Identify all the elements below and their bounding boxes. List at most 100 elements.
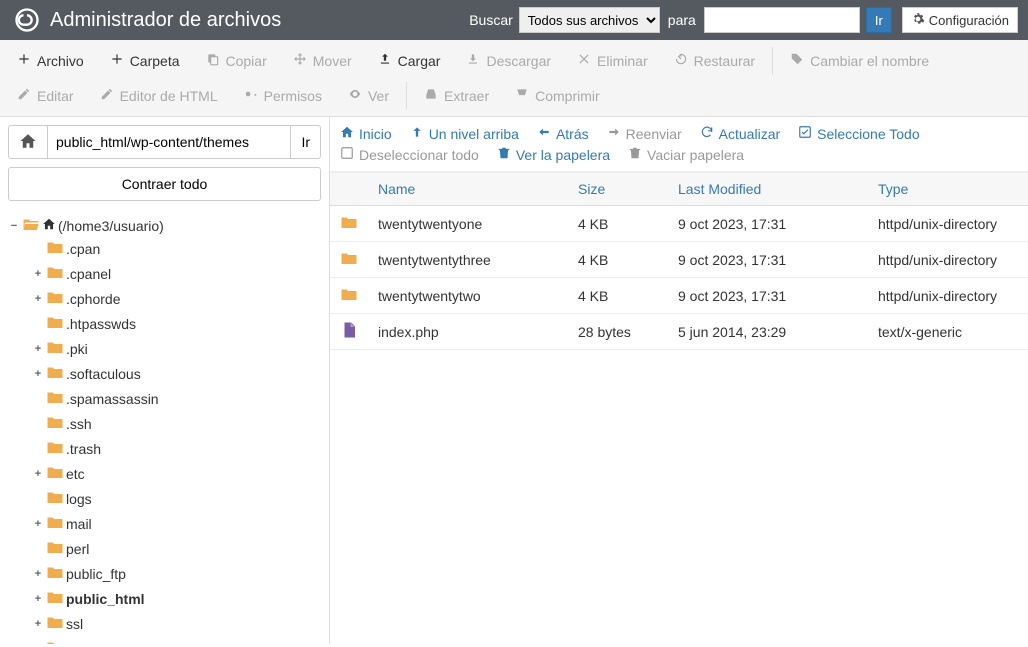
tree-item[interactable]: +.cphorde — [32, 288, 321, 309]
rename-button[interactable]: Cambiar el nombre — [777, 43, 942, 78]
path-row: Ir — [0, 117, 329, 167]
home-action[interactable]: Inicio — [340, 125, 392, 142]
tag-icon — [790, 52, 804, 69]
tree-item-label: .cpan — [66, 241, 100, 257]
tree-item[interactable]: + public_html — [32, 588, 321, 609]
tree-item[interactable]: +.cpanel — [32, 263, 321, 284]
folder-button[interactable]: Carpeta — [97, 43, 193, 78]
expand-icon[interactable]: + — [32, 568, 44, 580]
permissions-button[interactable]: Permisos — [231, 78, 335, 113]
tree-item[interactable]: .spamassassin — [32, 388, 321, 409]
delete-button[interactable]: Eliminar — [564, 43, 661, 78]
path-input[interactable] — [48, 125, 291, 159]
cpanel-logo — [10, 3, 44, 37]
folder-icon — [46, 438, 64, 459]
tree-item-label: .trash — [66, 441, 101, 457]
tree-item[interactable]: .trash — [32, 438, 321, 459]
tree-item[interactable]: .htpasswds — [32, 313, 321, 334]
col-size[interactable]: Size — [568, 173, 668, 206]
home-icon — [340, 125, 354, 142]
tree-item[interactable]: tmp — [32, 638, 321, 644]
table-row[interactable]: index.php28 bytes5 jun 2014, 23:29text/x… — [330, 314, 1028, 350]
expand-icon[interactable]: + — [32, 468, 44, 480]
tree-item[interactable]: + ssl — [32, 613, 321, 634]
up-level-action[interactable]: Un nivel arriba — [410, 125, 519, 142]
tree-item-label: public_html — [66, 591, 145, 607]
close-icon — [577, 52, 591, 69]
download-button[interactable]: Descargar — [453, 43, 564, 78]
tree-item[interactable]: +mail — [32, 513, 321, 534]
tree-item-label: .softaculous — [66, 366, 141, 382]
compress-button[interactable]: Comprimir — [502, 78, 613, 113]
view-button[interactable]: Ver — [335, 78, 402, 113]
file-modified: 9 oct 2023, 17:31 — [668, 278, 868, 314]
tree-item[interactable]: + etc — [32, 463, 321, 484]
folder-icon — [46, 363, 64, 384]
tree-item[interactable]: +.pki — [32, 338, 321, 359]
search-input[interactable] — [704, 7, 860, 33]
pencil-icon — [17, 87, 31, 104]
upload-icon — [378, 52, 392, 69]
file-name: twentytwentyone — [368, 206, 568, 242]
forward-action[interactable]: Reenviar — [607, 125, 682, 142]
expand-icon[interactable]: + — [32, 518, 44, 530]
tree-item-label: etc — [66, 466, 85, 482]
expand-icon[interactable]: + — [32, 343, 44, 355]
copy-button[interactable]: Copiar — [193, 43, 280, 78]
arrow-right-icon — [607, 125, 621, 142]
expand-icon[interactable]: + — [32, 368, 44, 380]
settings-button[interactable]: Configuración — [902, 7, 1018, 33]
expand-icon[interactable]: + — [32, 593, 44, 605]
tree-item[interactable]: .ssh — [32, 413, 321, 434]
home-button[interactable] — [8, 125, 48, 159]
expand-icon[interactable]: + — [32, 268, 44, 280]
edit-icon — [100, 87, 114, 104]
table-row[interactable]: twentytwentyone4 KB9 oct 2023, 17:31http… — [330, 206, 1028, 242]
search-scope-select[interactable]: Todos sus archivos — [519, 7, 660, 33]
folder-icon — [46, 513, 64, 534]
html-editor-button[interactable]: Editor de HTML — [87, 78, 231, 113]
table-row[interactable]: twentytwentytwo4 KB9 oct 2023, 17:31http… — [330, 278, 1028, 314]
col-type[interactable]: Type — [868, 173, 1028, 206]
search-go-button[interactable]: Ir — [866, 7, 892, 33]
back-action[interactable]: Atrás — [537, 125, 589, 142]
tree-item[interactable]: +public_ftp — [32, 563, 321, 584]
file-size: 28 bytes — [568, 314, 668, 350]
content-panel: Inicio Un nivel arriba Atrás Reenviar Ac… — [330, 117, 1028, 644]
check-square-icon — [798, 125, 812, 142]
tree-item[interactable]: .cpan — [32, 238, 321, 259]
deselect-all-action[interactable]: Deseleccionar todo — [340, 146, 479, 163]
tree-item-label: ssl — [66, 616, 83, 632]
expand-icon[interactable]: + — [32, 618, 44, 630]
col-name[interactable]: Name — [368, 173, 568, 206]
search-label: Buscar — [469, 12, 513, 28]
tree-root-label: (/home3/usuario) — [58, 218, 164, 234]
restore-button[interactable]: Restaurar — [661, 43, 768, 78]
folder-icon — [46, 288, 64, 309]
collapse-icon[interactable]: − — [8, 220, 20, 232]
tree-item[interactable]: logs — [32, 488, 321, 509]
tree-root[interactable]: − (/home3/usuario) — [8, 215, 321, 236]
select-all-action[interactable]: Seleccione Todo — [798, 125, 919, 142]
folder-icon — [46, 413, 64, 434]
move-button[interactable]: Mover — [280, 43, 365, 78]
edit-button[interactable]: Editar — [4, 78, 87, 113]
col-modified[interactable]: Last Modified — [668, 173, 868, 206]
collapse-all-button[interactable]: Contraer todo — [8, 167, 321, 201]
file-type: httpd/unix-directory — [868, 242, 1028, 278]
upload-button[interactable]: Cargar — [365, 43, 454, 78]
file-size: 4 KB — [568, 278, 668, 314]
empty-trash-action[interactable]: Vaciar papelera — [628, 146, 744, 163]
expand-icon[interactable]: + — [32, 293, 44, 305]
view-trash-action[interactable]: Ver la papelera — [497, 146, 610, 163]
tree-item[interactable]: + .softaculous — [32, 363, 321, 384]
settings-label: Configuración — [929, 13, 1009, 28]
reload-action[interactable]: Actualizar — [700, 125, 780, 142]
extract-button[interactable]: Extraer — [411, 78, 502, 113]
file-button[interactable]: Archivo — [4, 43, 97, 78]
path-go-button[interactable]: Ir — [291, 125, 321, 159]
file-size: 4 KB — [568, 242, 668, 278]
table-row[interactable]: twentytwentythree4 KB9 oct 2023, 17:31ht… — [330, 242, 1028, 278]
home-icon — [19, 132, 37, 153]
tree-item[interactable]: perl — [32, 538, 321, 559]
